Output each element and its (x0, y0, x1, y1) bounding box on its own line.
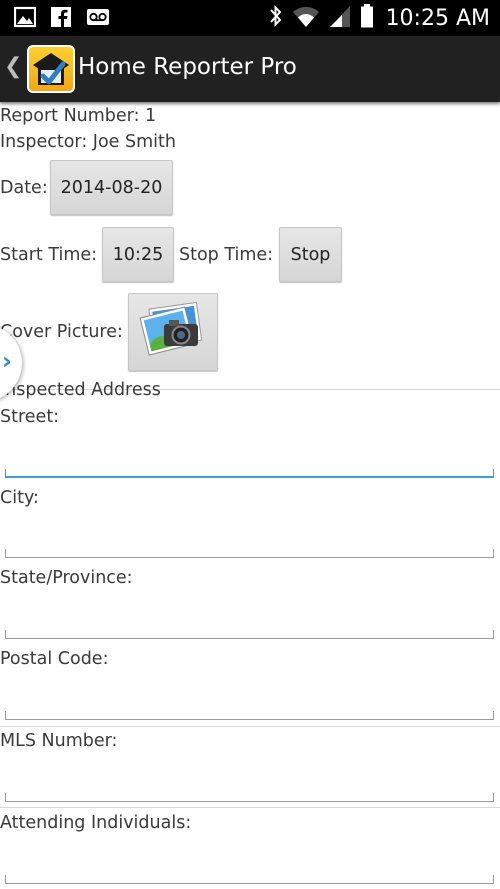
street-label: Street: (0, 407, 60, 427)
status-bar: 10:25 AM (0, 0, 500, 36)
state-input[interactable] (6, 601, 492, 631)
chevron-right-icon: › (2, 347, 12, 375)
stop-time-label: Stop Time: (179, 245, 274, 265)
inspector-name: Inspector: Joe Smith (0, 132, 176, 152)
mls-number-input[interactable] (6, 764, 492, 794)
bluetooth-icon (268, 3, 284, 33)
date-label: Date: (0, 178, 48, 198)
facebook-icon (50, 6, 72, 32)
mls-number-input-underline (5, 793, 494, 802)
notification-icons (13, 6, 110, 32)
postal-code-input-underline (5, 711, 494, 720)
divider (0, 726, 500, 727)
wifi-icon (292, 3, 320, 33)
divider (0, 807, 500, 808)
section-title-inspected-address: Inspected Address (0, 380, 161, 400)
voicemail-icon (86, 6, 110, 32)
attending-individuals-input[interactable] (6, 846, 492, 876)
cover-picture-button[interactable] (128, 293, 218, 371)
gallery-icon (13, 6, 37, 32)
app-title: Home Reporter Pro (78, 54, 297, 80)
app-logo-icon[interactable] (27, 45, 75, 93)
city-input-underline (5, 549, 494, 558)
city-input[interactable] (6, 520, 492, 550)
report-form: Report Number: 1 Inspector: Joe Smith Da… (0, 102, 500, 889)
attending-individuals-label: Attending Individuals: (0, 813, 192, 833)
postal-code-label: Postal Code: (0, 649, 109, 669)
stop-button[interactable]: Stop (279, 227, 342, 282)
state-label: State/Province: (0, 568, 133, 588)
postal-code-input[interactable] (6, 682, 492, 712)
state-input-underline (5, 630, 494, 639)
street-input-underline (5, 469, 494, 478)
cover-picture-label: Cover Picture: (0, 322, 123, 342)
camera-photo-icon (138, 300, 208, 365)
attending-individuals-input-underline (5, 875, 494, 884)
date-button[interactable]: 2014-08-20 (50, 160, 173, 215)
signal-icon (328, 3, 352, 33)
action-bar: ❮ Home Reporter Pro (0, 36, 500, 102)
street-input[interactable] (6, 440, 492, 470)
city-label: City: (0, 488, 39, 508)
back-chevron-icon[interactable]: ❮ (4, 54, 22, 79)
battery-icon (360, 3, 374, 33)
mls-number-label: MLS Number: (0, 731, 118, 751)
start-time-button[interactable]: 10:25 (102, 227, 174, 282)
system-icons: 10:25 AM (268, 3, 490, 33)
report-number: Report Number: 1 (0, 106, 157, 126)
clock: 10:25 AM (385, 5, 490, 31)
start-time-label: Start Time: (0, 245, 98, 265)
